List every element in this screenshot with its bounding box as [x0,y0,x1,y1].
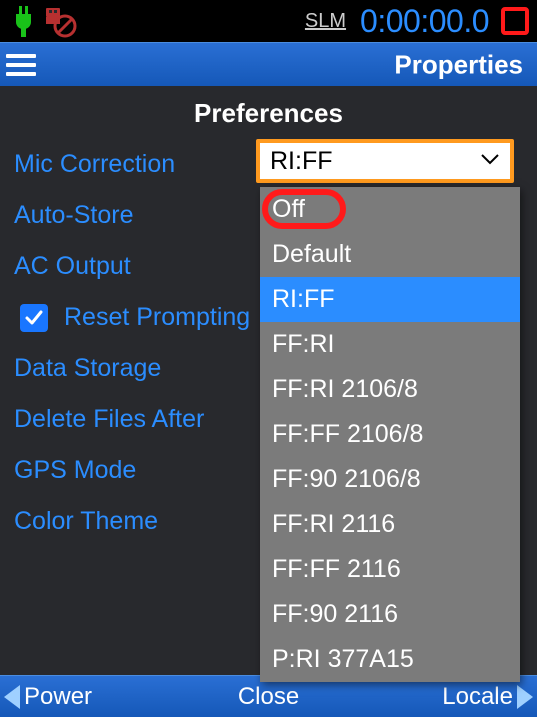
chevron-down-icon [480,152,500,171]
menu-button[interactable] [0,43,42,86]
label-data-storage: Data Storage [14,354,258,383]
label-reset-prompting: Reset Prompting [64,303,250,332]
mic-correction-dropdown[interactable]: OffDefaultRI:FFFF:RIFF:RI 2106/8FF:FF 21… [260,187,520,682]
timer: 0:00:00.0 [360,3,489,40]
stop-indicator-icon [501,7,529,35]
dropdown-option[interactable]: FF:RI 2106/8 [260,367,520,412]
triangle-right-icon [517,685,533,709]
app-screen: SLM 0:00:00.0 Properties Preferences Mic… [0,0,537,717]
dropdown-option[interactable]: FF:RI [260,322,520,367]
section-heading: Preferences [0,86,537,139]
power-plug-icon [6,4,40,38]
dropdown-option[interactable]: Default [260,232,520,277]
status-icons-left [6,4,78,38]
label-color-theme: Color Theme [14,507,258,536]
mic-correction-select[interactable]: RI:FF [256,139,514,183]
dropdown-option[interactable]: FF:FF 2116 [260,547,520,592]
dropdown-option[interactable]: FF:90 2106/8 [260,457,520,502]
label-gps-mode: GPS Mode [14,456,258,485]
nav-power[interactable]: Power [4,683,92,711]
dropdown-option[interactable]: RI:FF [260,277,520,322]
nav-locale[interactable]: Locale [442,683,533,711]
preferences-form: Mic Correction RI:FF OffDefaultRI:FFFF:R… [0,139,537,675]
nav-power-label: Power [24,683,92,711]
nav-locale-label: Locale [442,683,513,711]
label-ac-output: AC Output [14,252,258,281]
dropdown-option[interactable]: FF:90 2116 [260,592,520,637]
dropdown-option[interactable]: FF:FF 2106/8 [260,412,520,457]
label-mic-correction: Mic Correction [14,150,258,179]
nav-close-label: Close [238,683,299,710]
nav-close[interactable]: Close [238,683,299,711]
status-bar: SLM 0:00:00.0 [0,0,537,42]
dropdown-option[interactable]: FF:RI 2116 [260,502,520,547]
usb-disabled-icon [40,4,78,38]
reset-prompting-checkbox[interactable] [20,304,48,332]
title-bar: Properties [0,42,537,86]
annotation-highlight [262,189,346,229]
triangle-left-icon [4,685,20,709]
page-title: Properties [394,49,523,80]
mic-correction-value: RI:FF [270,147,480,176]
mode-label: SLM [305,10,346,33]
dropdown-option[interactable]: P:RI 377A15 [260,637,520,682]
label-auto-store: Auto-Store [14,201,258,230]
status-right: SLM 0:00:00.0 [305,3,531,40]
dropdown-option[interactable]: Off [260,187,520,232]
label-delete-files-after: Delete Files After [14,405,258,434]
